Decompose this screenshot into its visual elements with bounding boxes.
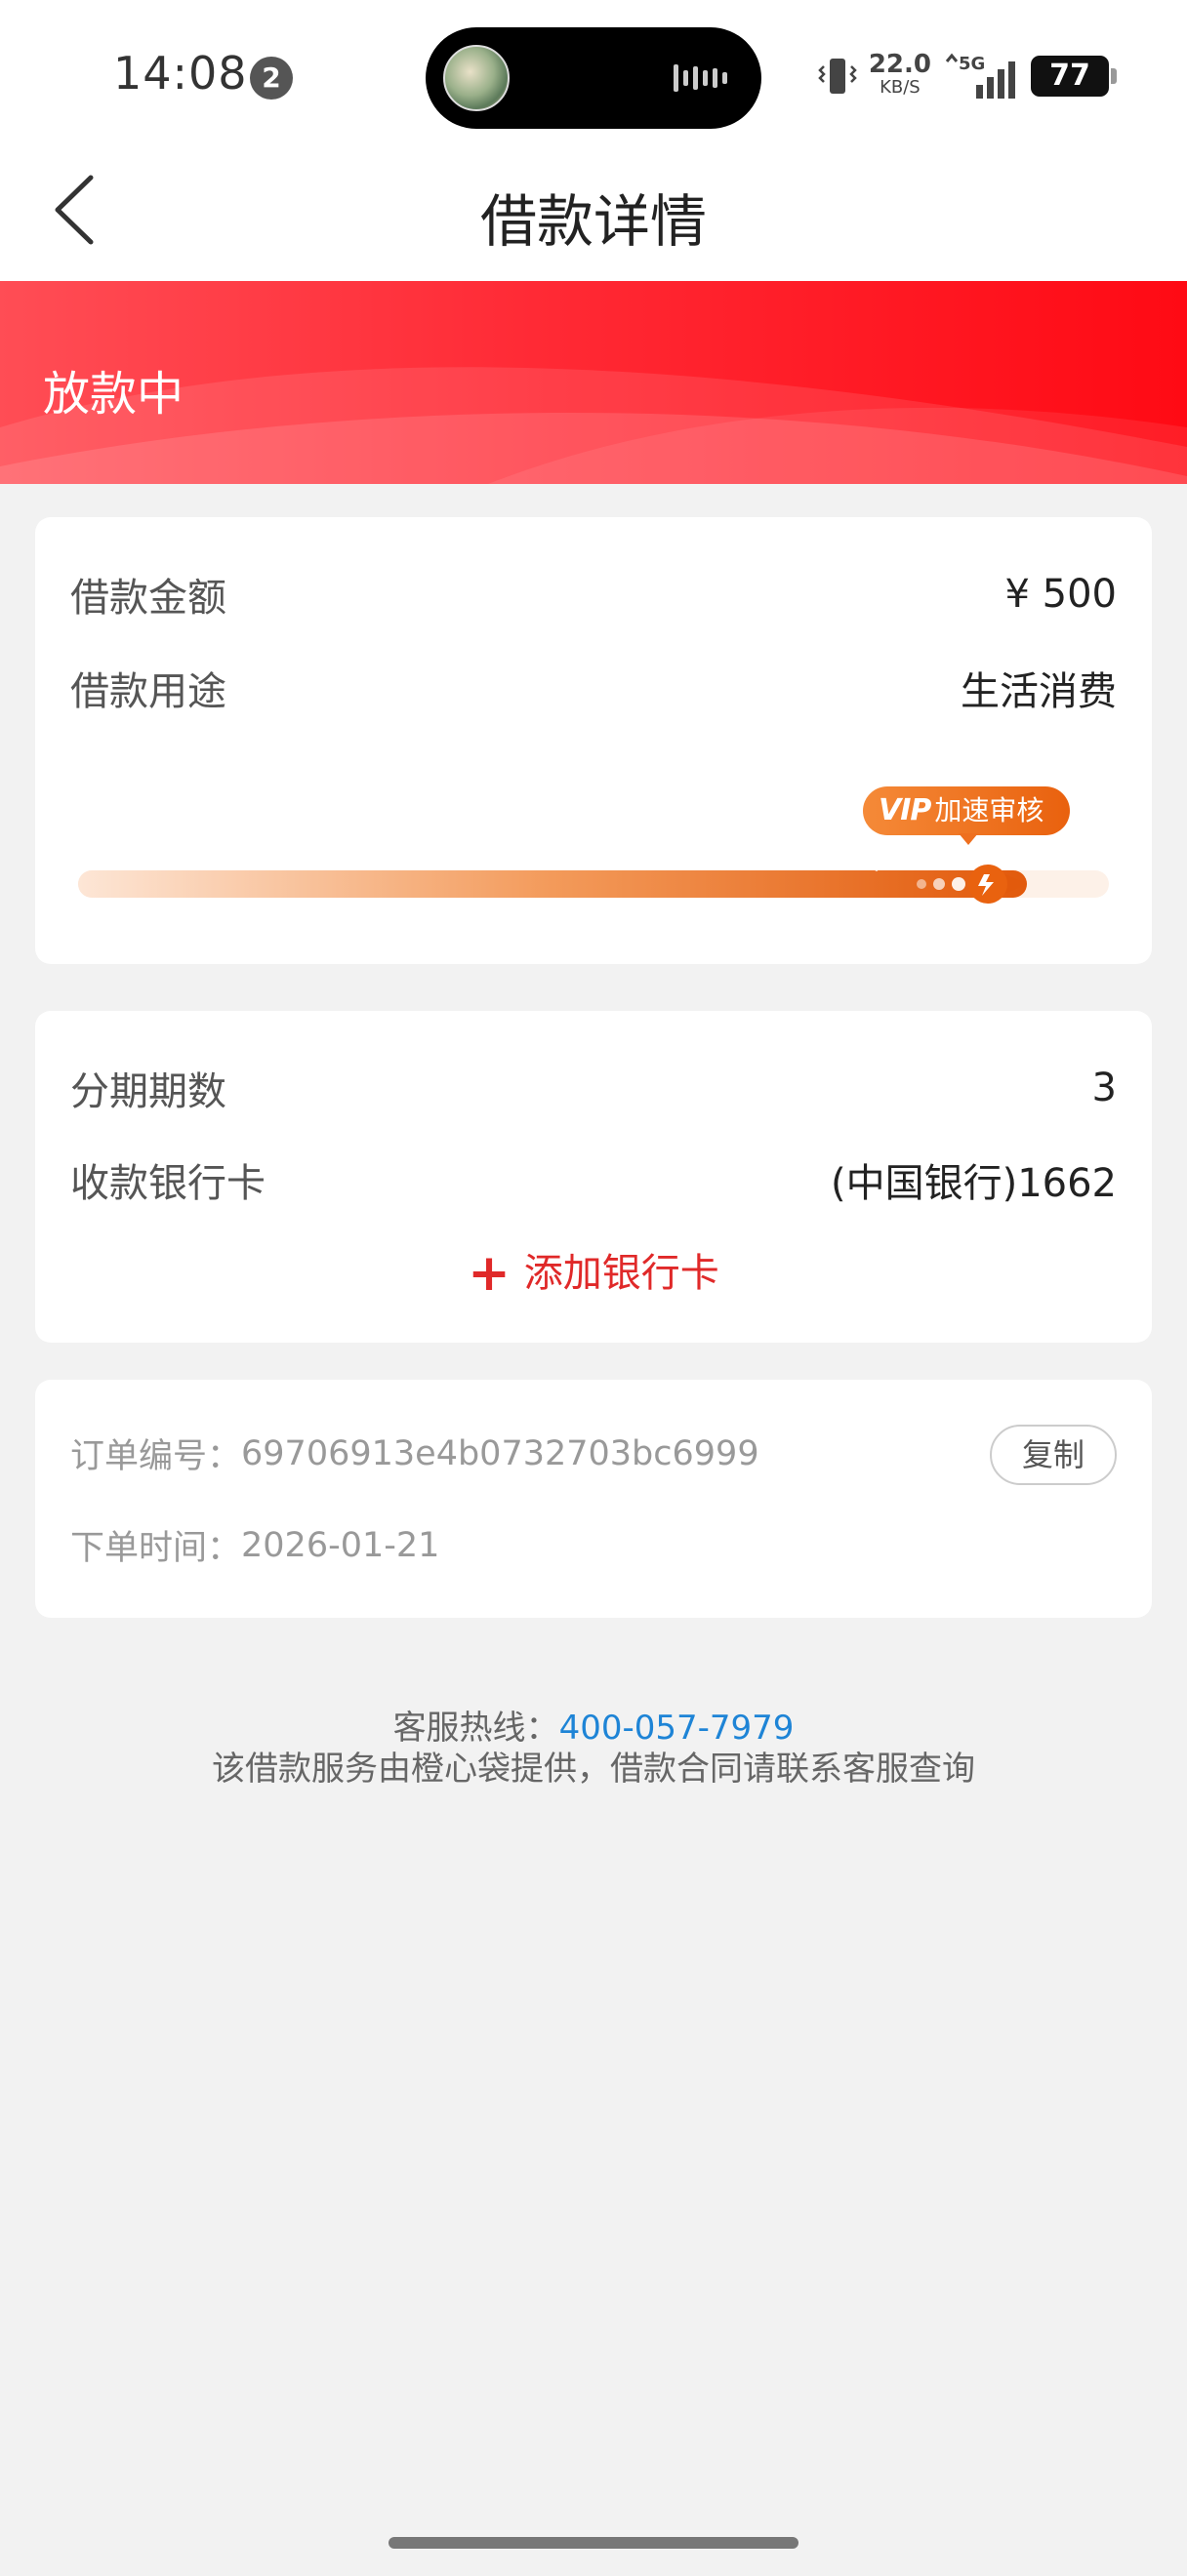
battery-level: 77 <box>1049 59 1090 93</box>
status-time: 14:08 <box>113 47 248 100</box>
order-info-card: 订单编号： 69706913e4b0732703bc6999 复制 下单时间： … <box>35 1380 1152 1618</box>
net-speed: 22.0 KB/S <box>868 50 931 100</box>
footer: 客服热线：400-057-7979 该借款服务由橙心袋提供，借款合同请联系客服查… <box>0 1708 1187 1790</box>
loan-amount-label: 借款金额 <box>70 576 226 621</box>
service-note: 该借款服务由橙心袋提供，借款合同请联系客服查询 <box>212 1750 975 1789</box>
vibrate-icon <box>818 59 857 94</box>
order-number-row: 订单编号： 69706913e4b0732703bc6999 <box>70 1429 957 1478</box>
signal-5g-icon: 5G <box>945 53 1015 99</box>
loan-purpose-row: 借款用途 生活消费 <box>70 660 1117 716</box>
net-speed-unit: KB/S <box>880 77 921 98</box>
installment-periods-row: 分期期数 3 <box>70 1060 1117 1116</box>
hotline-label: 客服热线： <box>392 1709 559 1748</box>
loan-status-text: 放款中 <box>43 367 184 422</box>
order-number-value: 69706913e4b0732703bc6999 <box>241 1433 759 1473</box>
status-icons: 22.0 KB/S 5G 77 <box>818 47 1117 105</box>
order-number-label: 订单编号： <box>70 1437 242 1476</box>
notification-count-badge: 2 <box>250 57 293 100</box>
installment-periods-value: 3 <box>1091 1066 1117 1110</box>
loan-purpose-label: 借款用途 <box>70 669 226 714</box>
copy-order-number-button[interactable]: 复制 <box>990 1425 1117 1485</box>
installment-periods-label: 分期期数 <box>70 1069 226 1114</box>
nav-bar: 借款详情 <box>0 146 1187 283</box>
order-time-row: 下单时间： 2026-01-21 <box>70 1520 1117 1570</box>
status-banner: 放款中 <box>0 281 1187 484</box>
loan-amount-value: ¥ 500 <box>1004 572 1117 617</box>
audio-wave-icon <box>674 64 727 92</box>
home-indicator[interactable] <box>389 2537 798 2549</box>
add-bank-card-button[interactable]: + 添加银行卡 <box>35 1241 1152 1303</box>
net-speed-value: 22.0 <box>868 50 931 79</box>
dynamic-island[interactable] <box>426 27 761 129</box>
page-title: 借款详情 <box>479 188 707 255</box>
order-time-label: 下单时间： <box>70 1529 242 1568</box>
receiving-bank-card-row: 收款银行卡 (中国银行)1662 <box>70 1151 1117 1208</box>
receiving-bank-card-label: 收款银行卡 <box>70 1161 266 1206</box>
loan-info-card: 借款金额 ¥ 500 借款用途 生活消费 <box>35 517 1152 964</box>
network-type: 5G <box>959 54 985 74</box>
media-artwork-icon <box>443 45 510 111</box>
loan-amount-row: 借款金额 ¥ 500 <box>70 566 1117 623</box>
vip-accelerated-review-badge: VIP 加速审核中 <box>863 786 1070 875</box>
hotline-number-link[interactable]: 400-057-7979 <box>559 1709 795 1748</box>
installment-card: 分期期数 3 收款银行卡 (中国银行)1662 + 添加银行卡 <box>35 1011 1152 1343</box>
battery-icon: 77 <box>1031 56 1117 97</box>
plus-icon: + <box>468 1244 511 1303</box>
loan-purpose-value: 生活消费 <box>961 669 1117 714</box>
add-bank-card-label: 添加银行卡 <box>523 1251 719 1296</box>
customer-hotline: 客服热线：400-057-7979 <box>0 1708 1187 1749</box>
status-bar: 14:08 2 22.0 KB/S 5G 77 <box>0 0 1187 146</box>
receiving-bank-card-value: (中国银行)1662 <box>830 1161 1117 1206</box>
review-progress-bar <box>78 865 1109 904</box>
vip-badge-prefix: VIP <box>879 793 931 827</box>
order-time-value: 2026-01-21 <box>241 1525 440 1565</box>
